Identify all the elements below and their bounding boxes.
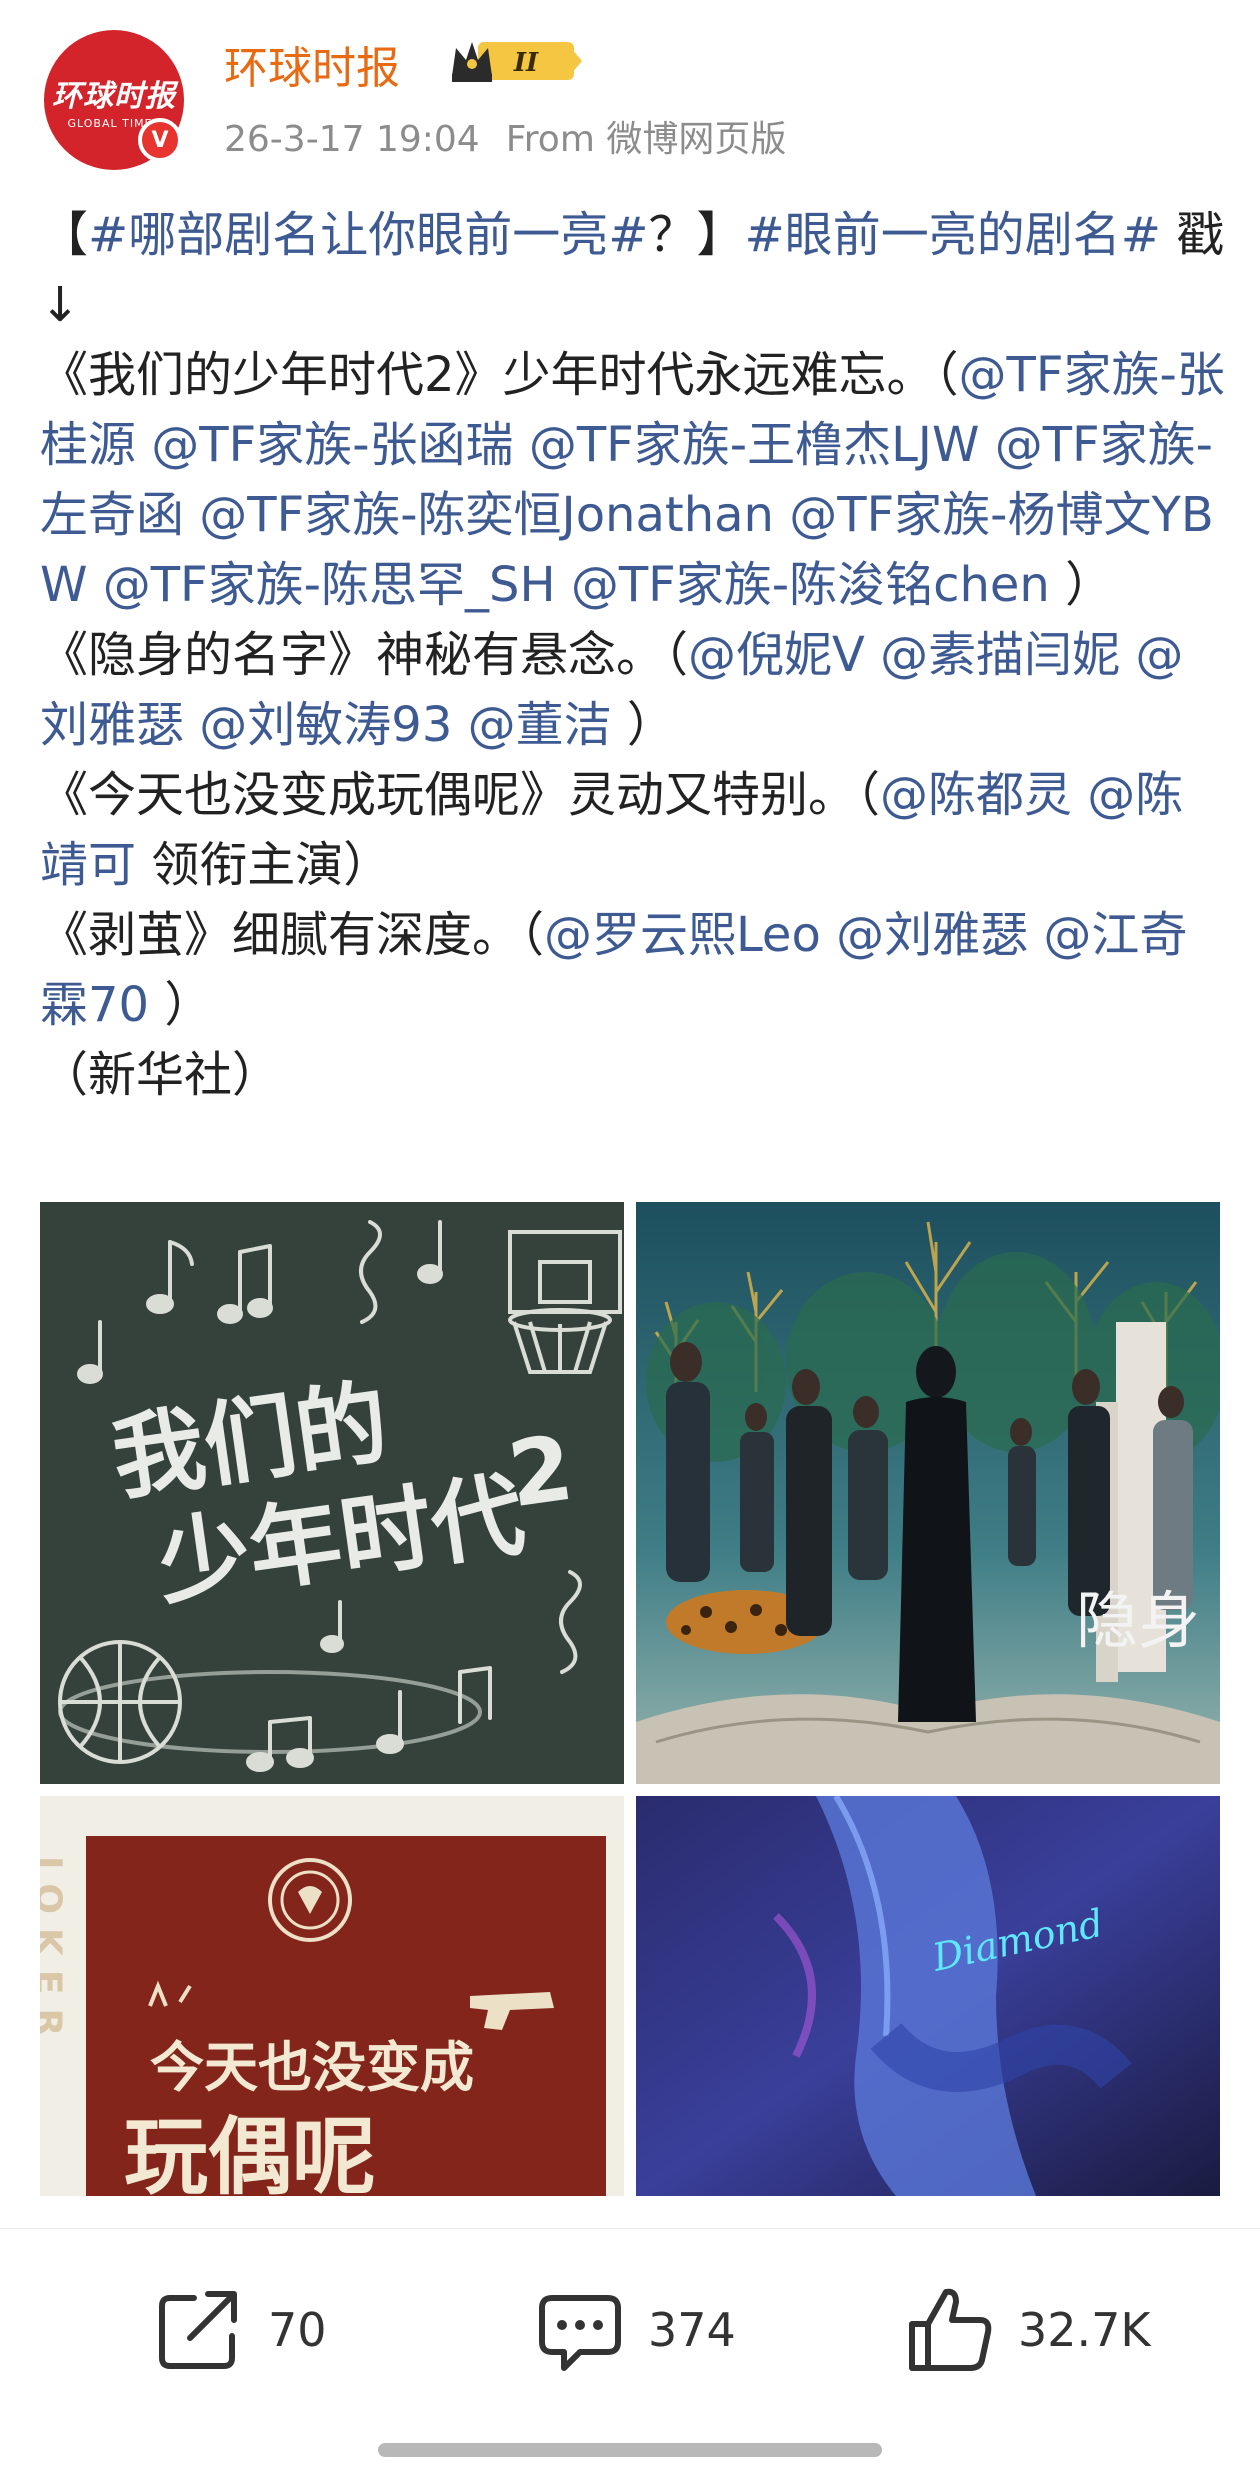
red-poster-image: JOKER 今天也没变成 玩偶呢 bbox=[40, 1796, 624, 2196]
mention-link[interactable]: @TF家族-陈奕恒Jonathan bbox=[199, 487, 774, 543]
avatar-logo-text: 环球时报 bbox=[52, 78, 176, 114]
mention-link[interactable]: @素描闫妮 bbox=[880, 627, 1120, 683]
img3-title-line2: 玩偶呢 bbox=[124, 2108, 376, 2196]
mention-link[interactable]: @陈都灵 bbox=[880, 767, 1072, 823]
mention-link[interactable]: @罗云熙Leo bbox=[544, 907, 821, 963]
verified-v-icon: V bbox=[138, 118, 182, 162]
mention-link[interactable]: @倪妮V bbox=[688, 627, 865, 683]
img3-title-line1: 今天也没变成 bbox=[150, 2036, 474, 2099]
post-image-1[interactable]: 我们的 少年时代 2 bbox=[40, 1202, 624, 1784]
post-image-4[interactable]: Diamond bbox=[636, 1796, 1220, 2196]
bracket-open: 【 bbox=[40, 207, 89, 263]
topic-link[interactable]: #眼前一亮的剧名# bbox=[744, 207, 1160, 263]
post-source: From 微博网页版 bbox=[505, 119, 787, 160]
neon-poster-image: Diamond bbox=[636, 1796, 1220, 2196]
text-drama-1: 《我们的少年时代2》少年时代永远难忘。（ bbox=[40, 347, 959, 403]
drama-poster-image: 隐身 bbox=[636, 1202, 1220, 1784]
like-count: 32.7K bbox=[1018, 2303, 1151, 2357]
thumbs-up-icon bbox=[909, 2288, 992, 2371]
weibo-post-page: 环球时报 GLOBAL TIMES V 环球时报 II 26-3-17 19:0… bbox=[0, 0, 1260, 2476]
text-close: 领衔主演） bbox=[136, 837, 392, 893]
comment-button[interactable]: 374 bbox=[530, 2275, 736, 2385]
home-indicator[interactable] bbox=[378, 2443, 882, 2457]
img3-side-text: JOKER bbox=[40, 1853, 69, 2050]
post-image-2[interactable]: 隐身 bbox=[636, 1202, 1220, 1784]
action-bar: 70 374 32.7K bbox=[0, 2228, 1260, 2476]
text-close: ） bbox=[611, 697, 675, 753]
img2-title: 隐身 bbox=[1076, 1584, 1200, 1657]
topic-link[interactable]: #哪部剧名让你眼前一亮# bbox=[88, 207, 648, 263]
post-timestamp: 26-3-17 19:04 bbox=[224, 119, 480, 160]
like-button[interactable]: 32.7K bbox=[900, 2275, 1151, 2385]
text-drama-3: 《今天也没变成玩偶呢》灵动又特别。（ bbox=[40, 767, 881, 823]
crown-rank-icon[interactable]: II bbox=[448, 36, 582, 86]
share-icon bbox=[159, 2291, 237, 2369]
rank-level-label: II bbox=[513, 48, 539, 78]
post-header: 环球时报 GLOBAL TIMES V 环球时报 II 26-3-17 19:0… bbox=[0, 0, 1260, 180]
mention-link[interactable]: @刘敏涛93 bbox=[199, 697, 452, 753]
post-image-3[interactable]: JOKER 今天也没变成 玩偶呢 bbox=[40, 1796, 624, 2196]
post-body: 【#哪部剧名让你眼前一亮#？】#眼前一亮的剧名# 戳↓ 《我们的少年时代2》少年… bbox=[40, 200, 1230, 1110]
chalkboard-poster-image: 我们的 少年时代 2 bbox=[40, 1202, 624, 1784]
comment-count: 374 bbox=[648, 2303, 736, 2357]
mention-link[interactable]: @TF家族-陈浚铭chen bbox=[571, 557, 1050, 613]
text-source-credit: （新华社） bbox=[40, 1047, 281, 1103]
text-question: ？】 bbox=[648, 207, 745, 263]
mention-link[interactable]: @董洁 bbox=[468, 697, 612, 753]
mention-link[interactable]: @TF家族-张函瑞 bbox=[151, 417, 513, 473]
text-drama-2: 《隐身的名字》神秘有悬念。（ bbox=[40, 627, 689, 683]
mention-link[interactable]: @TF家族-陈思罕_SH bbox=[103, 557, 556, 613]
mention-link[interactable]: @刘雅瑟 bbox=[836, 907, 1028, 963]
share-count: 70 bbox=[268, 2303, 327, 2357]
comment-icon bbox=[539, 2295, 621, 2371]
text-close: ） bbox=[1049, 557, 1114, 613]
post-meta: 26-3-17 19:04 From 微博网页版 bbox=[224, 110, 812, 162]
share-button[interactable]: 70 bbox=[150, 2275, 327, 2385]
text-drama-4: 《剥茧》细腻有深度。（ bbox=[40, 907, 545, 963]
text-close: ） bbox=[149, 977, 213, 1033]
mention-link[interactable]: @TF家族-王橹杰LJW bbox=[529, 417, 980, 473]
username[interactable]: 环球时报 bbox=[224, 32, 400, 96]
